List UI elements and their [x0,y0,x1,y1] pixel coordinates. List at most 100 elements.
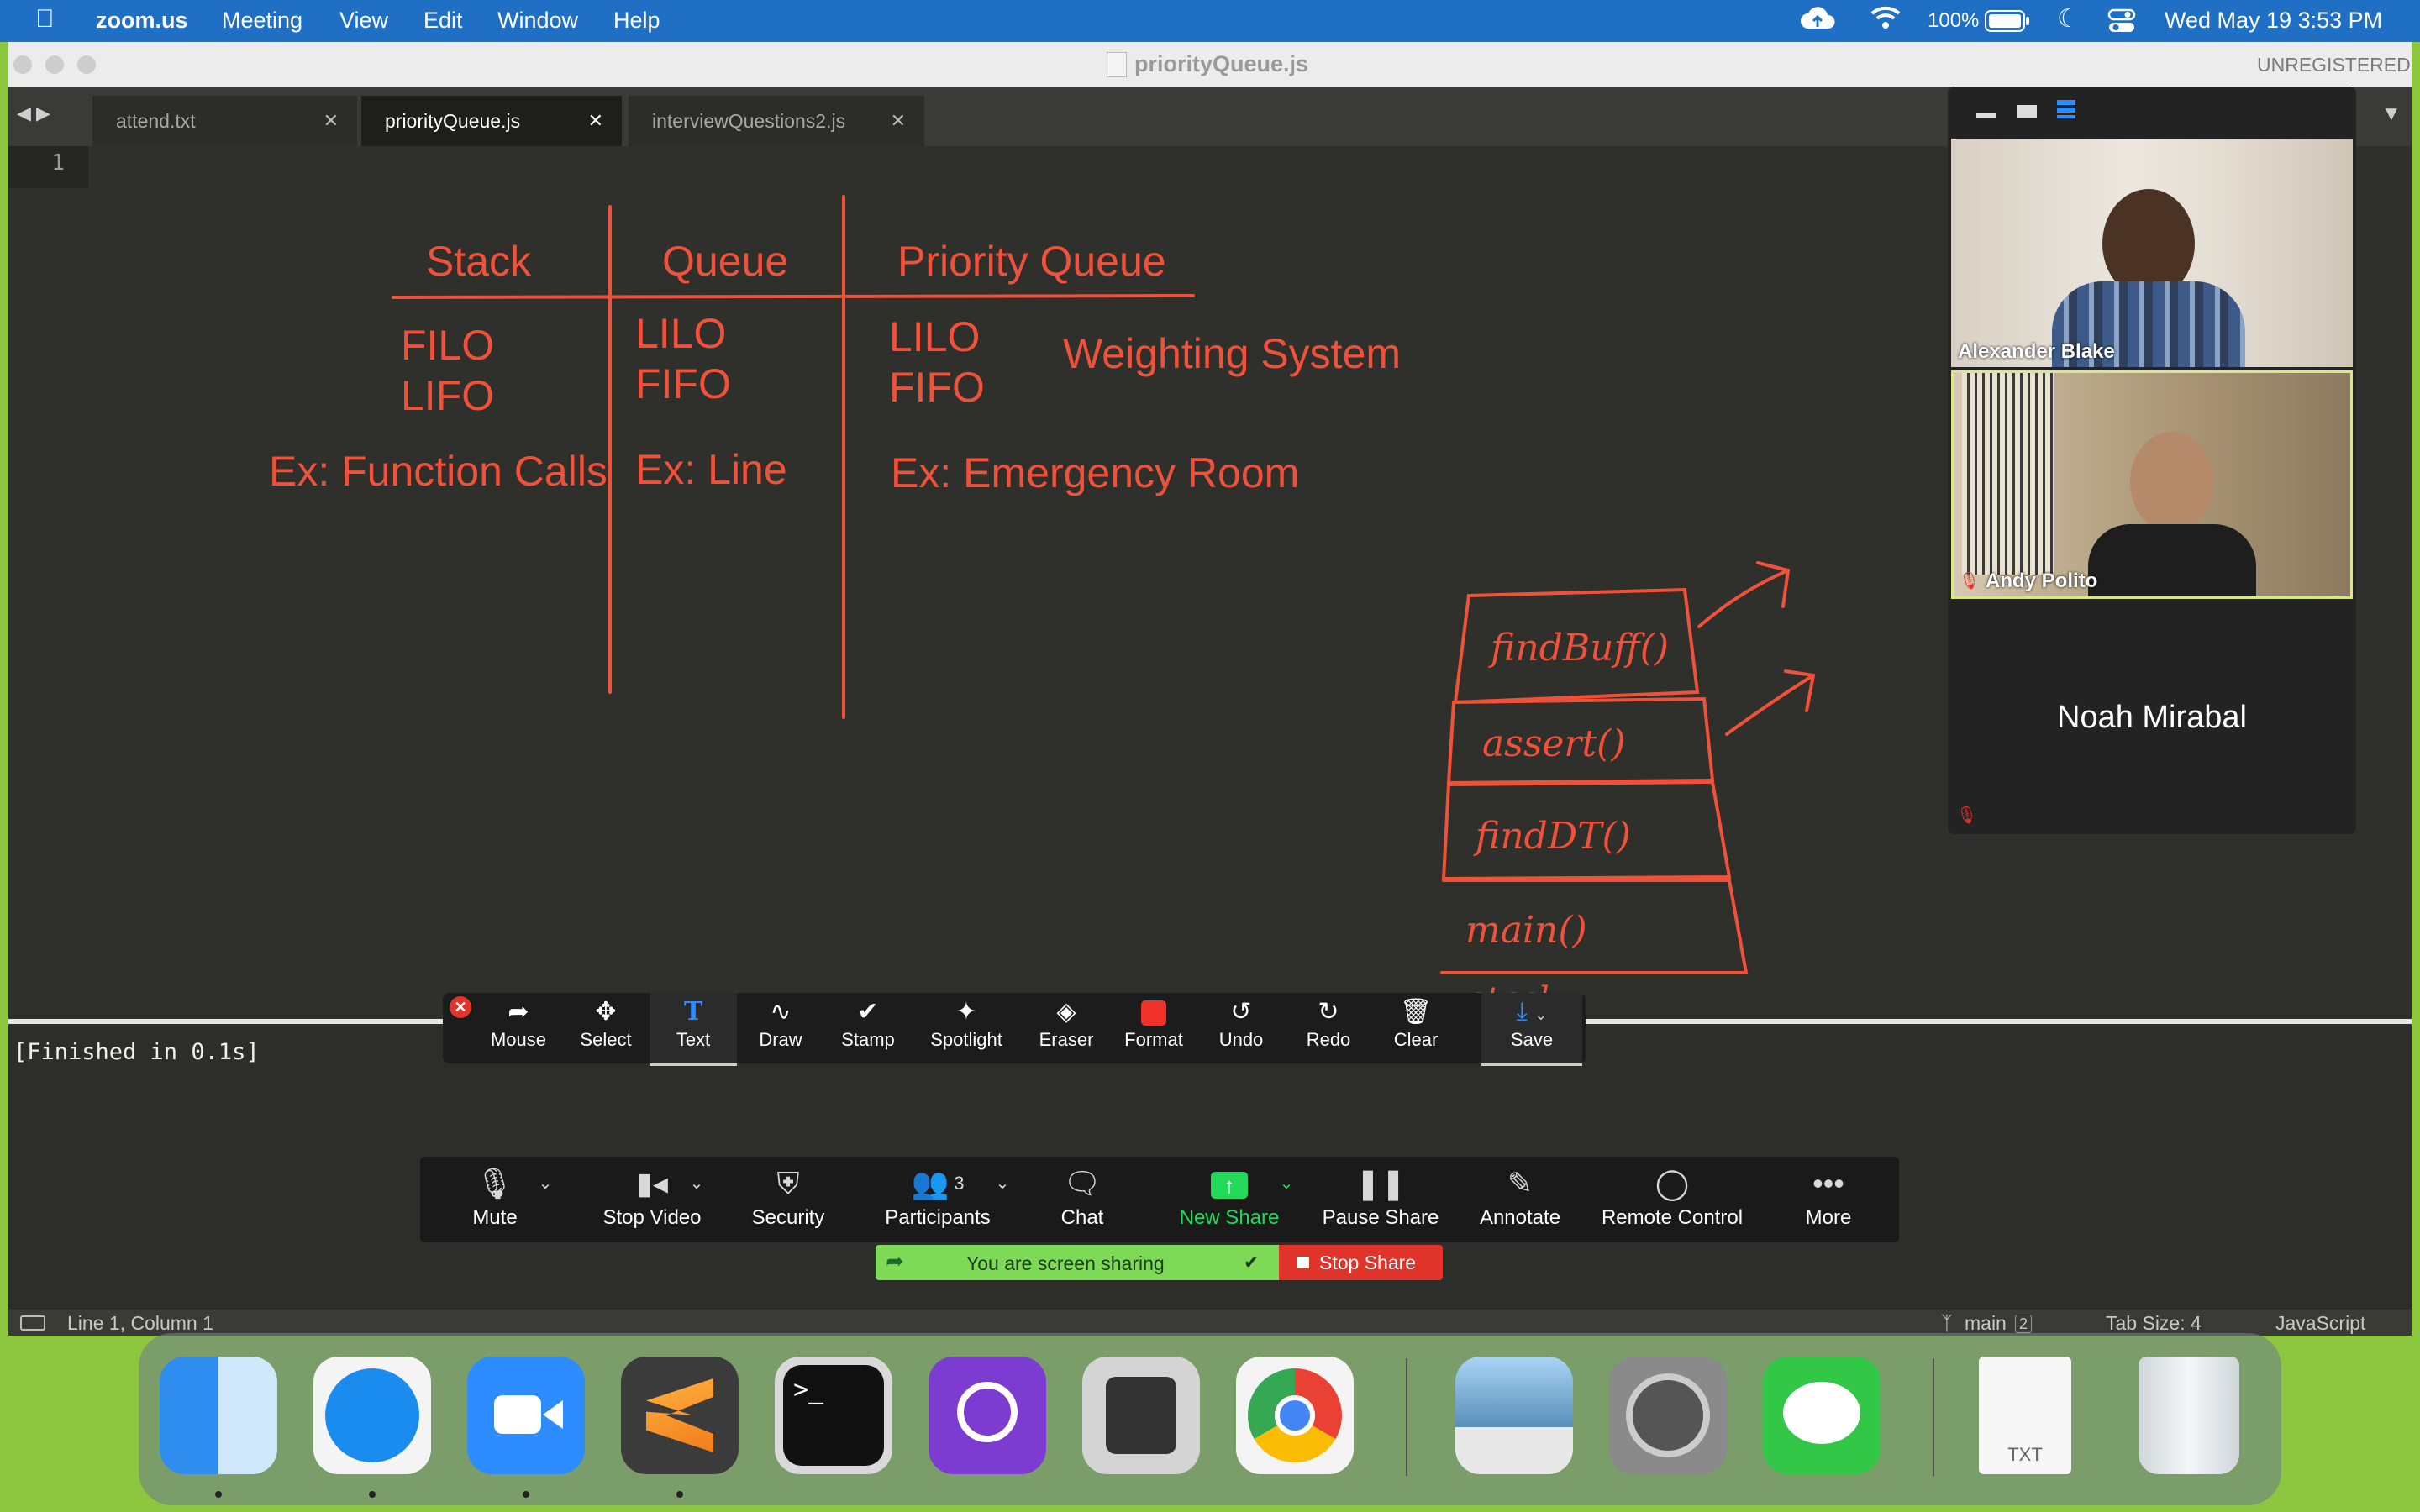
tab-attend[interactable]: attend.txt ✕ [92,96,357,146]
txt-document-icon[interactable]: TXT [1979,1357,2071,1474]
share-options-chevron[interactable]: ⌄ [1274,1157,1299,1242]
tab-nav-arrows[interactable]: ◀ ▶ [17,102,50,124]
moon-icon[interactable]: ☾ [2057,4,2080,34]
security-button[interactable]: ⛨ Security [741,1157,835,1242]
tab-interview-questions[interactable]: interviewQuestions2.js ✕ [629,96,924,146]
tool-undo[interactable]: ↺ Undo [1197,993,1285,1063]
safari-icon[interactable] [313,1357,431,1474]
participant-shirt [2088,524,2256,596]
menu-window[interactable]: Window [497,8,578,34]
sharing-status[interactable]: ➦ You are screen sharing ✔ [876,1245,1279,1280]
wifi-icon[interactable] [1869,3,1902,38]
tab-priority-queue[interactable]: priorityQueue.js ✕ [361,96,622,146]
trash-icon[interactable] [2139,1357,2239,1474]
tool-save[interactable]: ⤓ ⌄ Save [1481,993,1582,1066]
apple-icon[interactable]:  [35,5,55,34]
panel-gallery-icon[interactable] [2057,100,2075,118]
messages-icon[interactable] [1763,1357,1881,1474]
close-annotate-icon[interactable]: ✕ [450,996,471,1018]
chevron-down-icon: ⌄ [689,1174,704,1193]
dock: >_ TXT [139,1333,2281,1505]
tab-label: interviewQuestions2.js [652,110,846,132]
sharing-status-text: You are screen sharing [966,1252,1165,1274]
annotate-button[interactable]: ✎ Annotate [1474,1157,1566,1242]
stack-frame: findBuff() [1491,627,1670,669]
tool-text[interactable]: T Text [650,993,737,1066]
zoom-window-button[interactable] [77,55,96,74]
calculator-icon[interactable] [1082,1357,1200,1474]
tool-redo[interactable]: ↻ Redo [1285,993,1372,1063]
control-center-icon[interactable] [2107,8,2136,39]
participants-button[interactable]: 👥 3 Participants [876,1157,1000,1242]
text-icon: T [683,997,703,1026]
header-stack: Stack [426,238,532,285]
pause-share-button[interactable]: ❚❚ Pause Share [1318,1157,1444,1242]
menu-meeting[interactable]: Meeting [222,8,302,34]
icloud-icon[interactable] [1798,3,1837,39]
share-screen-icon: ↑ [1175,1157,1284,1205]
color-swatch-icon [1110,993,1197,1030]
menu-view[interactable]: View [339,8,388,34]
tool-draw[interactable]: ∿ Draw [737,993,824,1063]
console-output: [Finished in 0.1s] [13,1039,260,1065]
cursor-position[interactable]: Line 1, Column 1 [67,1310,213,1336]
redo-icon: ↻ [1318,998,1339,1026]
status-bar: Line 1, Column 1 ᛉ main 2 Tab Size: 4 Ja… [8,1310,2412,1336]
participants-options-chevron[interactable]: ⌄ [990,1157,1015,1242]
close-tab-icon[interactable]: ✕ [324,96,339,146]
minimize-window-button[interactable] [45,55,64,74]
panel-toggle-icon[interactable] [20,1315,45,1331]
tool-mouse[interactable]: ➦ Mouse [475,993,562,1063]
tool-spotlight[interactable]: ✦ Spotlight [912,993,1021,1063]
control-label: Remote Control [1601,1206,1744,1229]
window-title: priorityQueue.js [1134,51,1309,76]
more-button[interactable]: ••• More [1795,1157,1862,1242]
app-menu[interactable]: zoom.us [96,8,188,34]
mute-button[interactable]: 🎙 Mute [460,1157,529,1242]
syntax-mode[interactable]: JavaScript [2275,1310,2365,1336]
control-label: Mute [472,1206,518,1229]
new-share-button[interactable]: ↑ New Share [1175,1157,1284,1242]
tab-overflow-icon[interactable]: ▼ [2381,102,2402,126]
queue-lilo: LILO [635,310,727,357]
chevron-down-icon: ⌄ [1279,1174,1294,1193]
title-bar: priorityQueue.js UNREGISTERED [8,42,2412,88]
video-tile-noah[interactable]: Noah Mirabal 🎙 [1951,602,2353,831]
trash-icon: 🗑 [1399,998,1433,1026]
tool-clear[interactable]: 🗑 Clear [1372,993,1460,1063]
terminal-icon[interactable]: >_ [775,1357,892,1474]
panel-strip-icon[interactable] [2017,105,2037,118]
chat-button[interactable]: 🗨 Chat [1045,1157,1119,1242]
example-queue: Ex: Line [635,446,787,493]
panel-minimize-icon[interactable] [1976,113,1996,118]
tool-format[interactable]: Format [1110,993,1197,1063]
stop-share-label: Stop Share [1319,1252,1417,1273]
close-tab-icon[interactable]: ✕ [588,96,603,146]
close-window-button[interactable] [13,55,32,74]
zoom-icon[interactable] [467,1357,585,1474]
stop-share-button[interactable]: Stop Share [1279,1245,1443,1280]
audio-options-chevron[interactable]: ⌄ [533,1157,558,1242]
menu-help[interactable]: Help [613,8,660,34]
github-desktop-icon[interactable] [929,1357,1046,1474]
tool-select[interactable]: ✥ Select [562,993,650,1063]
battery-icon[interactable] [1985,10,2030,38]
clock[interactable]: Wed May 19 3:53 PM [2165,8,2382,34]
git-branch[interactable]: main [1965,1310,2007,1336]
tab-size[interactable]: Tab Size: 4 [2106,1310,2202,1336]
video-tile-andy[interactable]: 🎙 Andy Polito [1951,370,2353,599]
video-options-chevron[interactable]: ⌄ [684,1157,709,1242]
tool-eraser[interactable]: ◈ Eraser [1023,993,1110,1063]
tool-stamp[interactable]: ✔ Stamp [824,993,912,1063]
system-preferences-icon[interactable] [1609,1357,1727,1474]
git-branch-icon: ᛉ [1941,1312,1953,1334]
finder-icon[interactable] [160,1357,277,1474]
video-tile-alexander[interactable]: Alexander Blake [1951,139,2353,367]
remote-control-button[interactable]: ◯ Remote Control [1595,1157,1749,1242]
close-tab-icon[interactable]: ✕ [891,96,906,146]
header-priority-queue: Priority Queue [897,238,1166,285]
sublime-text-icon[interactable] [621,1357,739,1474]
menu-edit[interactable]: Edit [424,8,463,34]
preview-icon[interactable] [1455,1357,1573,1474]
chrome-icon[interactable] [1236,1357,1354,1474]
